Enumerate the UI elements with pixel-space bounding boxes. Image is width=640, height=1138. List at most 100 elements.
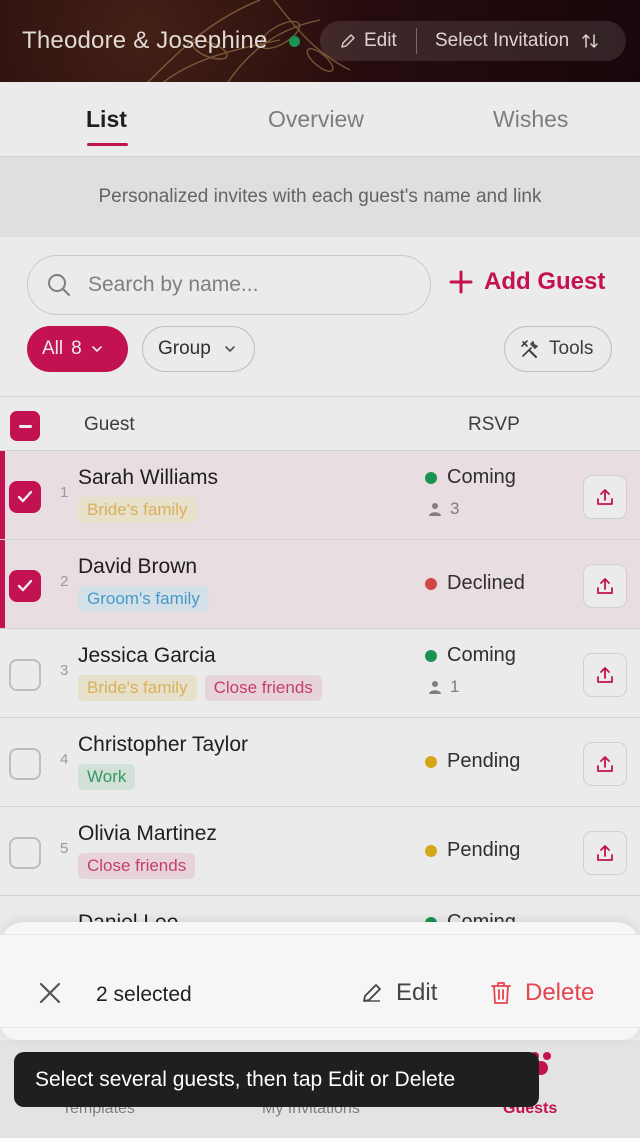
rsvp-label: Coming: [447, 466, 516, 488]
tab-list[interactable]: List: [86, 106, 127, 133]
guest-name: David Brown: [78, 555, 198, 578]
tools-label: Tools: [549, 338, 594, 359]
rsvp-label: Pending: [447, 839, 521, 861]
guest-name: Jessica Garcia: [78, 644, 216, 667]
share-icon: [597, 845, 613, 861]
row-checkbox[interactable]: [9, 481, 41, 513]
tab-bar: List Overview Wishes: [0, 82, 640, 157]
toast-text: Select several guests, then tap Edit or …: [35, 1067, 456, 1091]
rsvp-dot: [425, 577, 437, 590]
row-checkbox[interactable]: [9, 837, 41, 869]
edit-invitation-button[interactable]: Edit: [320, 21, 416, 61]
filter-group-chip[interactable]: Group: [142, 326, 255, 372]
rsvp-status: Pending: [425, 839, 520, 862]
tag-close-friends: Close friends: [78, 853, 196, 879]
row-index: 5: [60, 840, 69, 857]
share-icon: [597, 756, 613, 772]
pencil-icon: [363, 984, 381, 1002]
rsvp-dot: [425, 649, 437, 662]
row-index: 1: [60, 484, 69, 501]
tools-button[interactable]: Tools: [504, 326, 612, 372]
row-checkbox[interactable]: [9, 659, 41, 691]
app-header: Theodore & Josephine Edit Select Invitat…: [0, 0, 640, 82]
filter-group-label: Group: [158, 338, 211, 359]
guest-count: 3: [428, 499, 459, 519]
rsvp-status: Coming: [425, 466, 516, 489]
search-box: [27, 255, 431, 315]
hint-toast: Select several guests, then tap Edit or …: [14, 1052, 539, 1107]
row-index: 4: [60, 751, 69, 768]
rsvp-status: Coming: [425, 644, 516, 667]
bulk-delete-button[interactable]: Delete: [489, 979, 594, 1007]
guest-count: 1: [428, 677, 459, 697]
edit-label: Edit: [364, 30, 397, 51]
active-tab-indicator: [87, 143, 128, 146]
banner-text: Personalized invites with each guest's n…: [98, 186, 542, 207]
share-icon: [597, 667, 613, 683]
share-button[interactable]: [583, 831, 627, 875]
guest-name: Sarah Williams: [78, 466, 219, 489]
tag-grooms-family: Groom's family: [78, 586, 209, 612]
rsvp-label: Pending: [447, 750, 521, 772]
select-invitation-label: Select Invitation: [435, 30, 570, 51]
table-row[interactable]: 2 David Brown Groom's family Declined: [0, 540, 640, 629]
selected-count: 2 selected: [96, 983, 192, 1006]
add-guest-label: Add Guest: [484, 268, 606, 295]
swap-arrows-icon: [582, 34, 598, 48]
select-all-checkbox[interactable]: [10, 411, 40, 441]
add-guest-button[interactable]: Add Guest: [448, 268, 605, 296]
tag-brides-family: Bride's family: [78, 497, 197, 523]
filter-all-count: 8: [71, 338, 82, 359]
selection-action-panel: 2 selected Edit Delete: [0, 934, 640, 1028]
rsvp-dot: [425, 755, 437, 768]
guest-name: Christopher Taylor: [78, 733, 249, 756]
row-index: 3: [60, 662, 69, 679]
search-input[interactable]: [88, 273, 388, 297]
rsvp-dot: [425, 844, 437, 857]
selection-action-bar: 2 selected Edit Delete: [0, 922, 640, 1040]
table-row[interactable]: 4 Christopher Taylor Work Pending: [0, 718, 640, 807]
column-header-guest: Guest: [84, 414, 135, 435]
header-actions: Edit Select Invitation: [320, 21, 626, 61]
filter-all-chip[interactable]: All 8: [27, 326, 128, 372]
table-row[interactable]: 1 Sarah Williams Bride's family Coming 3: [0, 451, 640, 540]
rsvp-status: Declined: [425, 572, 525, 595]
share-icon: [597, 578, 613, 594]
guest-tags: Bride's family: [78, 497, 197, 523]
status-dot: [289, 36, 300, 47]
table-row[interactable]: 3 Jessica Garcia Bride's family Close fr…: [0, 629, 640, 718]
invitation-title: Theodore & Josephine: [22, 27, 268, 54]
tab-wishes[interactable]: Wishes: [493, 106, 568, 133]
row-checkbox[interactable]: [9, 748, 41, 780]
chevron-down-icon: [91, 346, 102, 353]
guest-tags: Close friends: [78, 853, 196, 879]
tag-brides-family: Bride's family: [78, 675, 197, 701]
guest-name: Olivia Martinez: [78, 822, 217, 845]
filter-all-label: All: [42, 338, 64, 359]
table-row[interactable]: 5 Olivia Martinez Close friends Pending: [0, 807, 640, 896]
column-header-rsvp: RSVP: [468, 414, 520, 435]
tools-icon: [521, 340, 538, 358]
select-invitation-button[interactable]: Select Invitation: [417, 21, 599, 61]
pencil-icon: [341, 34, 355, 48]
share-button[interactable]: [583, 653, 627, 697]
person-icon: [429, 503, 441, 516]
share-button[interactable]: [583, 564, 627, 608]
close-icon[interactable]: [36, 979, 64, 1007]
guest-count-value: 3: [450, 499, 460, 518]
row-checkbox[interactable]: [9, 570, 41, 602]
bulk-delete-label: Delete: [525, 979, 595, 1006]
bulk-edit-label: Edit: [396, 979, 438, 1006]
checkmark-icon: [17, 490, 33, 503]
bulk-edit-button[interactable]: Edit: [360, 979, 437, 1007]
share-button[interactable]: [583, 475, 627, 519]
plus-icon: [449, 270, 473, 294]
table-header: Guest RSVP: [0, 396, 640, 451]
rsvp-dot: [425, 471, 437, 484]
tab-overview[interactable]: Overview: [268, 106, 364, 133]
share-icon: [597, 489, 613, 505]
guest-tags: Work: [78, 764, 136, 790]
share-button[interactable]: [583, 742, 627, 786]
guest-count-value: 1: [450, 677, 460, 696]
rsvp-label: Declined: [447, 572, 525, 594]
